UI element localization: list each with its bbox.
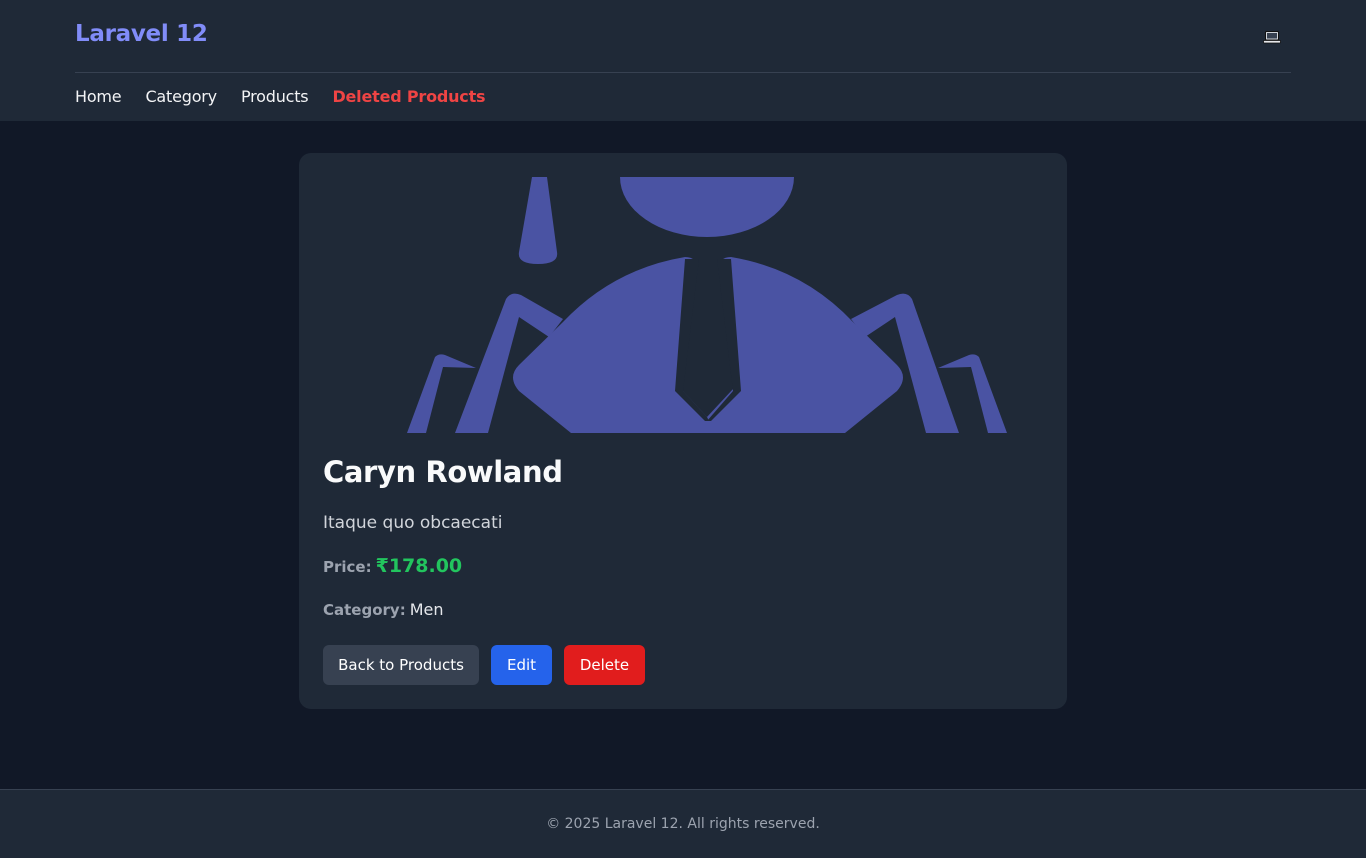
delete-button[interactable]: Delete (564, 645, 645, 685)
footer-copyright: © 2025 Laravel 12. All rights reserved. (546, 816, 820, 832)
site-header: Laravel 12 Home Category Products Delete… (0, 0, 1366, 121)
price-value: ₹178.00 (375, 555, 463, 577)
product-card: Caryn Rowland Itaque quo obcaecati Price… (299, 153, 1067, 709)
product-description: Itaque quo obcaecati (323, 513, 503, 533)
price-label: Price: (323, 558, 372, 576)
price-row: Price: ₹178.00 (323, 555, 462, 577)
laptop-icon[interactable] (1262, 28, 1282, 46)
site-footer: © 2025 Laravel 12. All rights reserved. (0, 789, 1366, 858)
main-nav: Home Category Products Deleted Products (75, 87, 486, 106)
nav-home[interactable]: Home (75, 87, 122, 106)
brand-logo[interactable]: Laravel 12 (75, 21, 208, 47)
nav-products[interactable]: Products (241, 87, 309, 106)
nav-deleted-products[interactable]: Deleted Products (332, 87, 485, 106)
header-divider (75, 72, 1291, 73)
nav-category[interactable]: Category (145, 87, 217, 106)
category-value: Men (409, 600, 444, 619)
product-name: Caryn Rowland (323, 455, 563, 489)
product-actions: Back to Products Edit Delete (323, 645, 645, 685)
back-to-products-button[interactable]: Back to Products (323, 645, 479, 685)
category-row: Category: Men (323, 600, 444, 619)
edit-button[interactable]: Edit (491, 645, 552, 685)
category-label: Category: (323, 601, 406, 619)
product-image (323, 177, 1043, 433)
